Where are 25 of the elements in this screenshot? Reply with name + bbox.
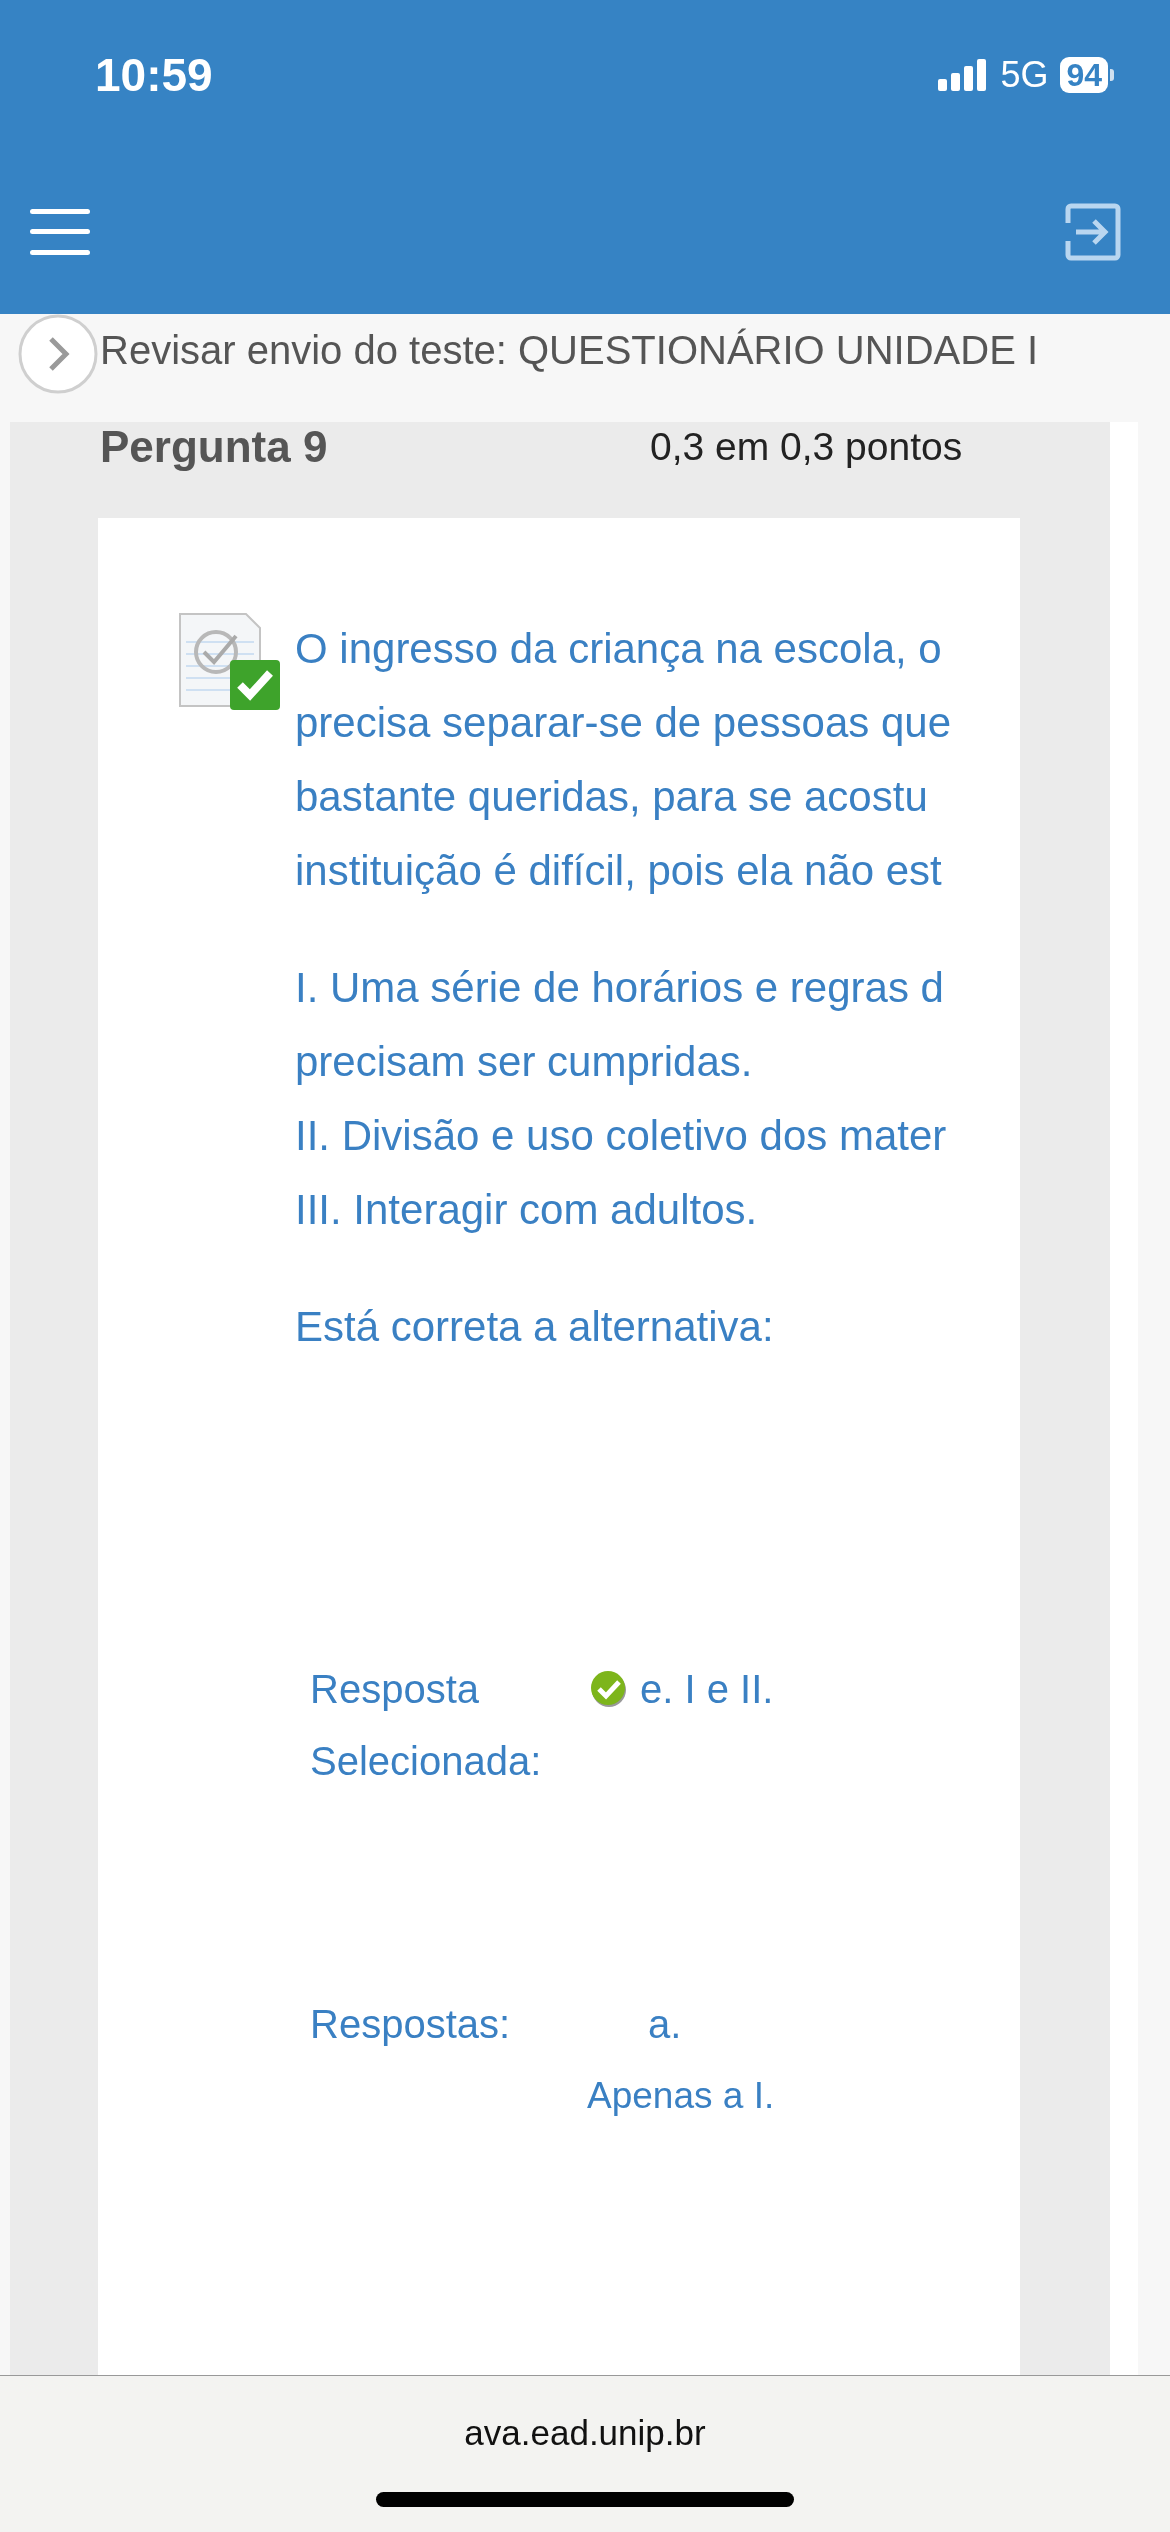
selected-answer-text: e. I e II. bbox=[640, 1666, 774, 1713]
statement-text: III. Interagir com adultos. bbox=[295, 1185, 758, 1235]
question-title: Pergunta 9 bbox=[100, 422, 329, 472]
answers-label: Respostas: bbox=[310, 2001, 512, 2048]
prompt-text: Está correta a alternativa: bbox=[295, 1302, 774, 1352]
question-text-line: bastante queridas, para se acostu bbox=[295, 772, 928, 822]
statement-text: precisam ser cumpridas. bbox=[295, 1037, 753, 1087]
page-title: Revisar envio do teste: QUESTIONÁRIO UNIDADE I bbox=[100, 327, 1039, 374]
option-letter: a. bbox=[647, 2001, 682, 2048]
question-text-line: O ingresso da criança na escola, o bbox=[295, 624, 942, 674]
option-text: Apenas a I. bbox=[586, 2074, 775, 2118]
battery-level: 94 bbox=[1060, 57, 1108, 93]
statement-text: I. Uma série de horários e regras d bbox=[295, 963, 944, 1013]
logout-icon[interactable] bbox=[1064, 203, 1122, 261]
signal-icon bbox=[938, 59, 989, 91]
url-text[interactable]: ava.ead.unip.br bbox=[464, 2412, 706, 2454]
question-text-line: precisa separar-se de pessoas que bbox=[295, 698, 952, 748]
expand-button[interactable] bbox=[18, 314, 98, 394]
question-text-line: instituição é difícil, pois ela não est bbox=[295, 846, 942, 896]
score-text: 0,3 em 0,3 pontos bbox=[650, 424, 963, 470]
statement-text: II. Divisão e uso coletivo dos mater bbox=[295, 1111, 947, 1161]
clock-time: 10:59 bbox=[95, 48, 214, 102]
answer-label: Resposta Selecionada: bbox=[310, 1666, 543, 1785]
menu-icon[interactable] bbox=[30, 209, 90, 255]
network-label: 5G bbox=[1000, 54, 1049, 96]
